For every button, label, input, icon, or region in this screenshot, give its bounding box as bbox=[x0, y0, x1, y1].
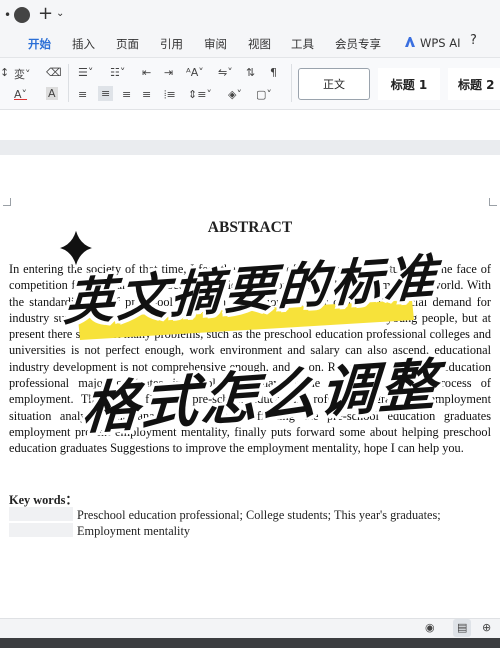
web-view-icon[interactable]: ⊕ bbox=[482, 621, 491, 634]
eye-protection-icon[interactable]: ◉ bbox=[425, 621, 435, 634]
page-view-icon[interactable]: ▤ bbox=[457, 621, 467, 634]
taskbar bbox=[0, 638, 500, 648]
